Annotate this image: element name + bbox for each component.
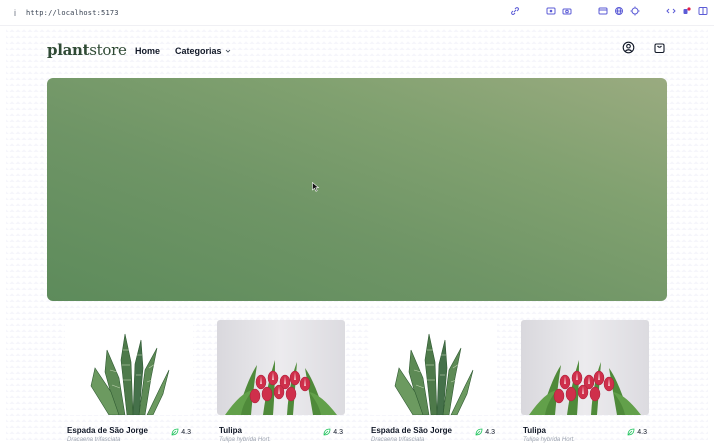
camera-icon[interactable] (562, 6, 572, 16)
rating-value: 4.3 (637, 428, 647, 436)
code-icon[interactable] (666, 6, 676, 16)
leaf-icon (627, 428, 635, 436)
product-name[interactable]: Espada de São Jorge (371, 426, 452, 435)
extension-icon[interactable] (682, 6, 692, 16)
hero-banner[interactable] (47, 78, 667, 301)
product-name[interactable]: Tulipa (219, 426, 242, 435)
product-rating: 4.3 (475, 428, 495, 436)
sidebar-icon[interactable] (698, 6, 708, 16)
shopping-bag-icon[interactable] (653, 41, 666, 54)
product-card[interactable]: Tulipa Tulipa hybrida Hort. 4.3 (509, 320, 655, 446)
product-card[interactable]: Espada de São Jorge Dracaena trifasciata… (357, 320, 503, 446)
page-viewport: plantstore Home Categorias Espada de São… (6, 26, 708, 443)
nav-categories-label: Categorias (175, 46, 222, 56)
logo[interactable]: plantstore (47, 41, 127, 59)
product-card[interactable]: Tulipa Tulipa hybrida Hort. 4.3 (205, 320, 351, 446)
rating-value: 4.3 (181, 428, 191, 436)
logo-part-store: store (89, 41, 127, 59)
product-latin-name: Dracaena trifasciata (67, 437, 121, 443)
product-image-snake-plant (369, 320, 497, 415)
site-info-icon[interactable]: i (8, 8, 22, 18)
product-image-tulip (217, 320, 345, 415)
rating-value: 4.3 (333, 428, 343, 436)
user-icon[interactable] (622, 41, 635, 54)
browser-toolbar: i http://localhost:5173 (0, 0, 714, 26)
screen-record-icon[interactable] (546, 6, 556, 16)
panel-icon[interactable] (598, 6, 608, 16)
leaf-icon (475, 428, 483, 436)
product-latin-name: Tulipa hybrida Hort. (219, 437, 271, 443)
product-name[interactable]: Tulipa (523, 426, 546, 435)
chevron-down-icon (225, 49, 230, 53)
product-rating: 4.3 (627, 428, 647, 436)
logo-part-plant: plant (47, 41, 90, 59)
product-image-snake-plant (65, 320, 193, 415)
nav-home-link[interactable]: Home (135, 46, 160, 56)
product-name[interactable]: Espada de São Jorge (67, 426, 148, 435)
product-image-tulip (521, 320, 649, 415)
rating-value: 4.3 (485, 428, 495, 436)
product-card[interactable]: Espada de São Jorge Dracaena trifasciata… (53, 320, 199, 446)
globe-icon[interactable] (614, 6, 624, 16)
product-rating: 4.3 (171, 428, 191, 436)
address-bar[interactable]: http://localhost:5173 (26, 9, 119, 17)
target-icon[interactable] (630, 6, 640, 16)
product-latin-name: Dracaena trifasciata (371, 437, 425, 443)
nav-categories-dropdown[interactable]: Categorias (175, 46, 231, 56)
leaf-icon (323, 428, 331, 436)
browser-tools (510, 6, 708, 16)
link-icon[interactable] (510, 6, 520, 16)
leaf-icon (171, 428, 179, 436)
product-latin-name: Tulipa hybrida Hort. (523, 437, 575, 443)
product-rating: 4.3 (323, 428, 343, 436)
mouse-cursor-icon (312, 182, 320, 192)
